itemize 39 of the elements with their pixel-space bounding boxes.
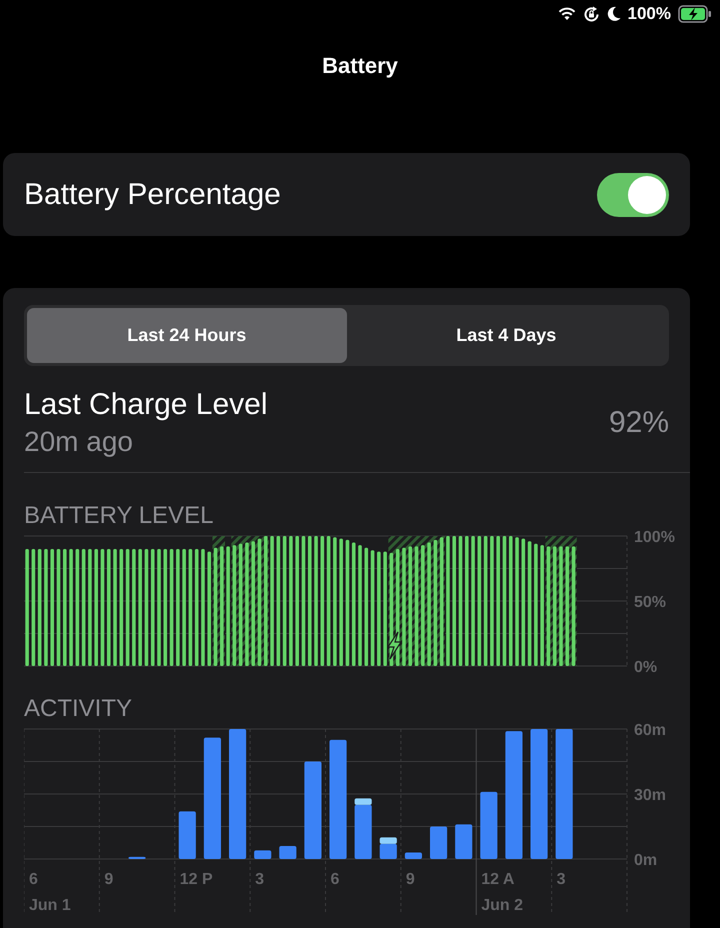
activity-bar — [455, 824, 472, 859]
axis-label: 3 — [556, 871, 566, 888]
last-charge-value: 92% — [608, 406, 669, 440]
date-label: Jun 2 — [481, 897, 524, 914]
activity-bar — [404, 852, 422, 859]
battery-percentage-text: 100% — [628, 4, 671, 24]
axis-label: 100% — [634, 530, 675, 546]
activity-bar — [178, 811, 196, 859]
last-charge-label: Last Charge Level — [24, 388, 268, 422]
moon-icon — [606, 6, 621, 22]
date-label: Jun 1 — [29, 897, 71, 914]
axis-label: 6 — [29, 871, 38, 888]
setting-label: Battery Percentage — [24, 178, 281, 212]
activity-bar — [279, 846, 296, 859]
activity-bar — [430, 826, 448, 859]
activity-bar — [254, 850, 272, 859]
lightning-icon — [386, 631, 402, 660]
toggle-switch[interactable] — [597, 172, 669, 216]
segment-tab[interactable]: Last 4 Days — [346, 308, 666, 363]
activity-bar — [128, 856, 146, 859]
activity-bar — [480, 792, 498, 859]
axis-label: 9 — [104, 871, 114, 888]
wifi-icon — [558, 7, 576, 21]
axis-label: 12 P — [180, 871, 213, 888]
axis-label: 60m — [634, 723, 666, 739]
axis-label: 0% — [634, 659, 658, 675]
page-title: Battery — [321, 52, 399, 80]
axis-label: 50% — [634, 594, 666, 611]
section-heading: BATTERY LEVEL — [24, 502, 214, 530]
rotation-lock-icon — [582, 6, 600, 22]
segment-tab[interactable]: Last 24 Hours — [27, 308, 346, 363]
axis-label: 0m — [634, 852, 658, 869]
last-charge-time: 20m ago — [24, 426, 134, 458]
axis-label: 3 — [255, 871, 264, 888]
axis-label: 6 — [330, 871, 340, 888]
axis-label: 9 — [406, 871, 415, 888]
section-heading: ACTIVITY — [24, 695, 134, 723]
axis-label: 30m — [634, 787, 666, 804]
axis-label: 12 A — [481, 871, 514, 888]
